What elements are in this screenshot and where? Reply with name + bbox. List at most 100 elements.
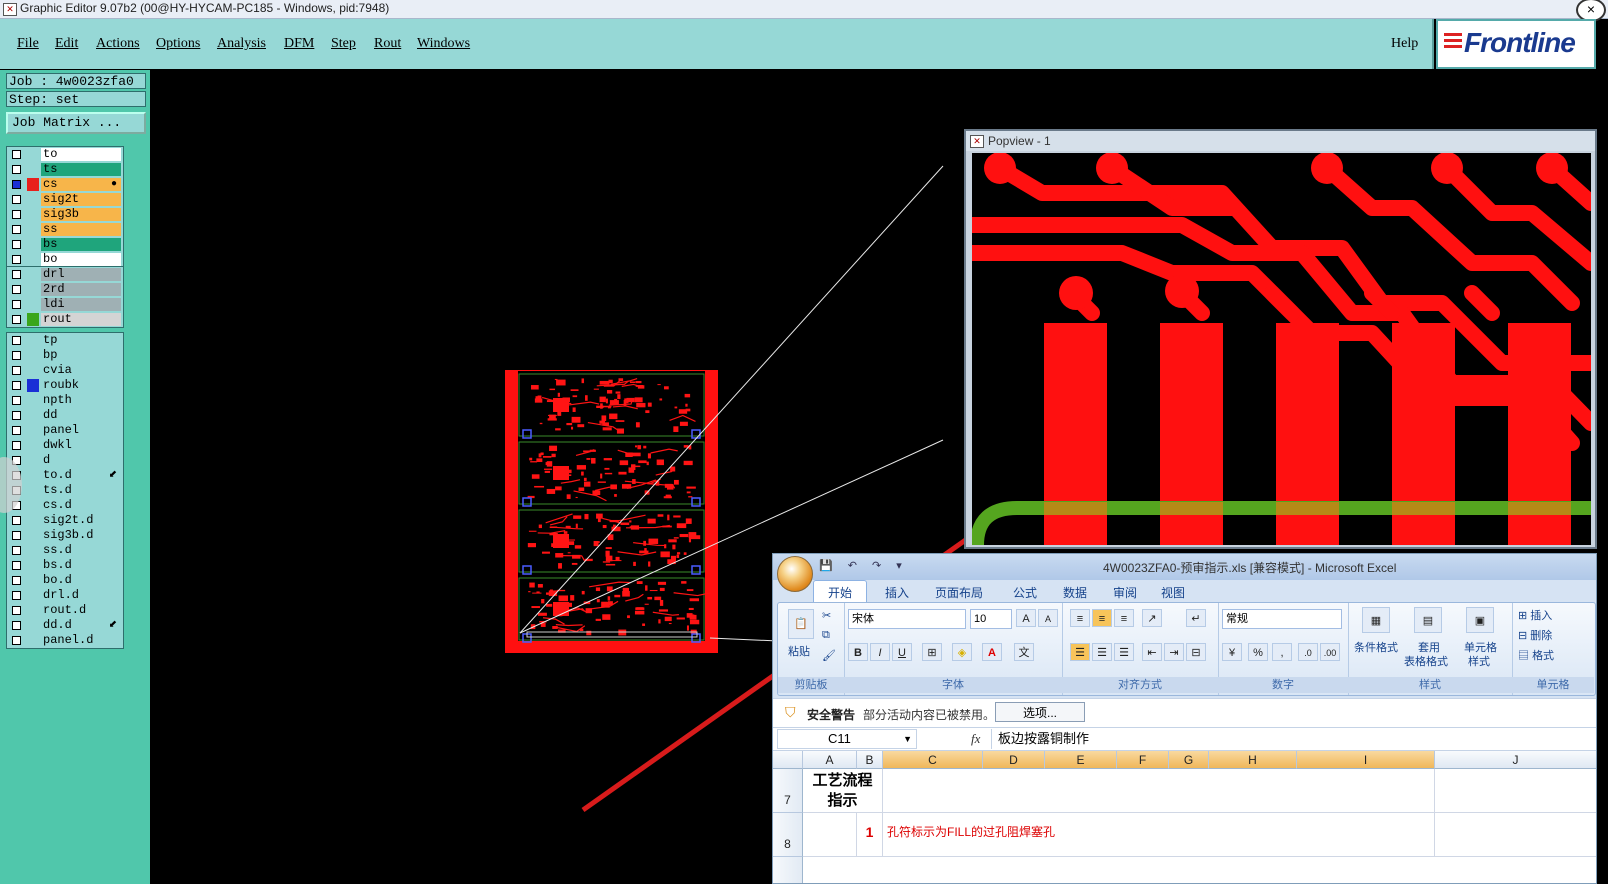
layer-name[interactable]: bp [41, 349, 121, 362]
layer-checkbox[interactable] [12, 546, 21, 555]
percent-icon[interactable]: % [1248, 643, 1268, 661]
row-header-8[interactable]: 8 [773, 813, 803, 857]
tab-review[interactable]: 审阅 [1113, 584, 1137, 601]
layer-name[interactable]: bo [41, 253, 121, 266]
layer-checkbox[interactable] [12, 621, 21, 630]
layer-row[interactable]: bo [7, 252, 123, 267]
layer-row[interactable]: ts.d [7, 483, 123, 498]
layer-name[interactable]: ts.d [41, 484, 121, 497]
shrink-font-icon[interactable]: A [1038, 609, 1058, 627]
layer-checkbox[interactable] [12, 411, 21, 420]
layer-color-swatch[interactable] [27, 178, 39, 191]
align-right-icon[interactable]: ☰ [1114, 643, 1134, 661]
menu-edit[interactable]: Edit [55, 36, 78, 52]
layer-checkbox[interactable] [12, 270, 21, 279]
layer-name[interactable]: tp [41, 334, 121, 347]
step-number-cell[interactable]: 1 [857, 813, 883, 857]
menu-options[interactable]: Options [156, 36, 200, 52]
layer-row[interactable]: cs.d [7, 498, 123, 513]
layer-name[interactable]: 2rd [41, 283, 121, 296]
insert-cells-button[interactable]: ⊞ 插入 [1518, 607, 1552, 623]
paste-button[interactable]: 粘贴 [788, 643, 810, 659]
layer-checkbox[interactable] [12, 396, 21, 405]
format-cells-button[interactable]: ▤ 格式 [1518, 647, 1554, 663]
table-cell[interactable] [803, 813, 857, 857]
paste-icon[interactable]: 📋 [788, 609, 814, 639]
conditional-format-button[interactable]: 条件格式 [1354, 639, 1398, 655]
layer-name[interactable]: panel.d [41, 634, 121, 647]
phonetic-icon[interactable]: 文 [1014, 643, 1034, 661]
cell-style-icon[interactable]: ▣ [1466, 607, 1494, 633]
function-icon[interactable]: fx [971, 731, 980, 747]
layer-row[interactable]: dwkl [7, 438, 123, 453]
layer-checkbox[interactable] [12, 315, 21, 324]
table-cell[interactable] [883, 769, 1435, 813]
layer-name[interactable]: sig2t.d [41, 514, 121, 527]
increase-decimal-icon[interactable]: .0 [1298, 643, 1318, 661]
layer-row[interactable]: npth [7, 393, 123, 408]
formula-input[interactable]: 板边按露铜制作 [991, 729, 1591, 749]
layer-checkbox[interactable] [12, 441, 21, 450]
layer-row[interactable]: sig3b [7, 207, 123, 222]
menu-file[interactable]: File [17, 36, 39, 52]
layer-name[interactable]: dwkl [41, 439, 121, 452]
layer-checkbox[interactable] [12, 636, 21, 645]
layer-name[interactable]: rout [41, 313, 121, 326]
spreadsheet-grid[interactable]: A B C D E F G H I J 7 工艺流程 指示 8 1 孔符标示为F… [773, 751, 1596, 883]
comma-style-icon[interactable]: , [1272, 643, 1292, 661]
layer-checkbox[interactable] [12, 531, 21, 540]
tab-formulas[interactable]: 公式 [1013, 584, 1037, 601]
layer-name[interactable]: drl [41, 268, 121, 281]
popview-window[interactable]: ✕ Popview - 1 [964, 129, 1597, 549]
layer-checkbox[interactable] [12, 426, 21, 435]
layer-row[interactable]: sig3b.d [7, 528, 123, 543]
align-middle-icon[interactable]: ≡ [1092, 609, 1112, 627]
layer-row[interactable]: sig2t.d [7, 513, 123, 528]
cell-style-button-line2[interactable]: 样式 [1468, 653, 1490, 669]
layer-checkbox[interactable] [12, 285, 21, 294]
copy-icon[interactable]: ⧉ [822, 629, 830, 642]
menu-actions[interactable]: Actions [96, 36, 140, 52]
layer-name[interactable]: cvia [41, 364, 121, 377]
layer-row[interactable]: drl.d [7, 588, 123, 603]
layer-color-swatch[interactable] [27, 313, 39, 326]
layer-name[interactable]: ss [41, 223, 121, 236]
layer-row[interactable]: ts [7, 162, 123, 177]
table-cell[interactable] [1435, 813, 1596, 857]
layer-name[interactable]: rout.d [41, 604, 121, 617]
table-format-button-line2[interactable]: 表格格式 [1404, 653, 1448, 669]
layer-row[interactable]: to.d ⬋ [7, 468, 123, 483]
name-box[interactable]: C11 ▼ [777, 729, 917, 749]
layer-name[interactable]: bs [41, 238, 121, 251]
cut-icon[interactable]: ✂ [822, 609, 831, 622]
layer-name[interactable]: cs.d [41, 499, 121, 512]
menu-rout[interactable]: Rout [374, 36, 401, 52]
layer-checkbox[interactable] [12, 150, 21, 159]
underline-icon[interactable]: U [892, 643, 912, 661]
layer-checkbox[interactable] [12, 516, 21, 525]
layer-name[interactable]: drl.d [41, 589, 121, 602]
select-all-corner[interactable] [773, 751, 803, 769]
layer-row[interactable]: bs.d [7, 558, 123, 573]
layer-name[interactable]: dd [41, 409, 121, 422]
layer-checkbox[interactable] [12, 195, 21, 204]
job-matrix-button[interactable]: Job Matrix ... [6, 112, 146, 134]
layer-name[interactable]: cs [41, 178, 121, 191]
layer-row[interactable]: bo.d [7, 573, 123, 588]
layer-name[interactable]: ss.d [41, 544, 121, 557]
menu-analysis[interactable]: Analysis [217, 36, 266, 52]
layer-checkbox[interactable] [12, 255, 21, 264]
layer-name[interactable]: to [41, 148, 121, 161]
merge-cells-icon[interactable]: ⊟ [1186, 643, 1206, 661]
popview-zoomed-view[interactable] [972, 153, 1591, 545]
excel-window[interactable]: 💾 ↶ ↷ ▾ 4W0023ZFA0-预审指示.xls [兼容模式] - Mic… [772, 553, 1597, 884]
layer-row[interactable]: dd.d ⬋ [7, 618, 123, 633]
font-color-icon[interactable]: A [982, 643, 1002, 661]
layer-row[interactable]: ss.d [7, 543, 123, 558]
layer-row[interactable]: dd [7, 408, 123, 423]
layer-checkbox[interactable] [12, 180, 21, 189]
process-flow-cell[interactable]: 工艺流程 指示 [803, 769, 883, 813]
italic-icon[interactable]: I [870, 643, 890, 661]
layer-checkbox[interactable] [12, 240, 21, 249]
layer-checkbox[interactable] [12, 351, 21, 360]
